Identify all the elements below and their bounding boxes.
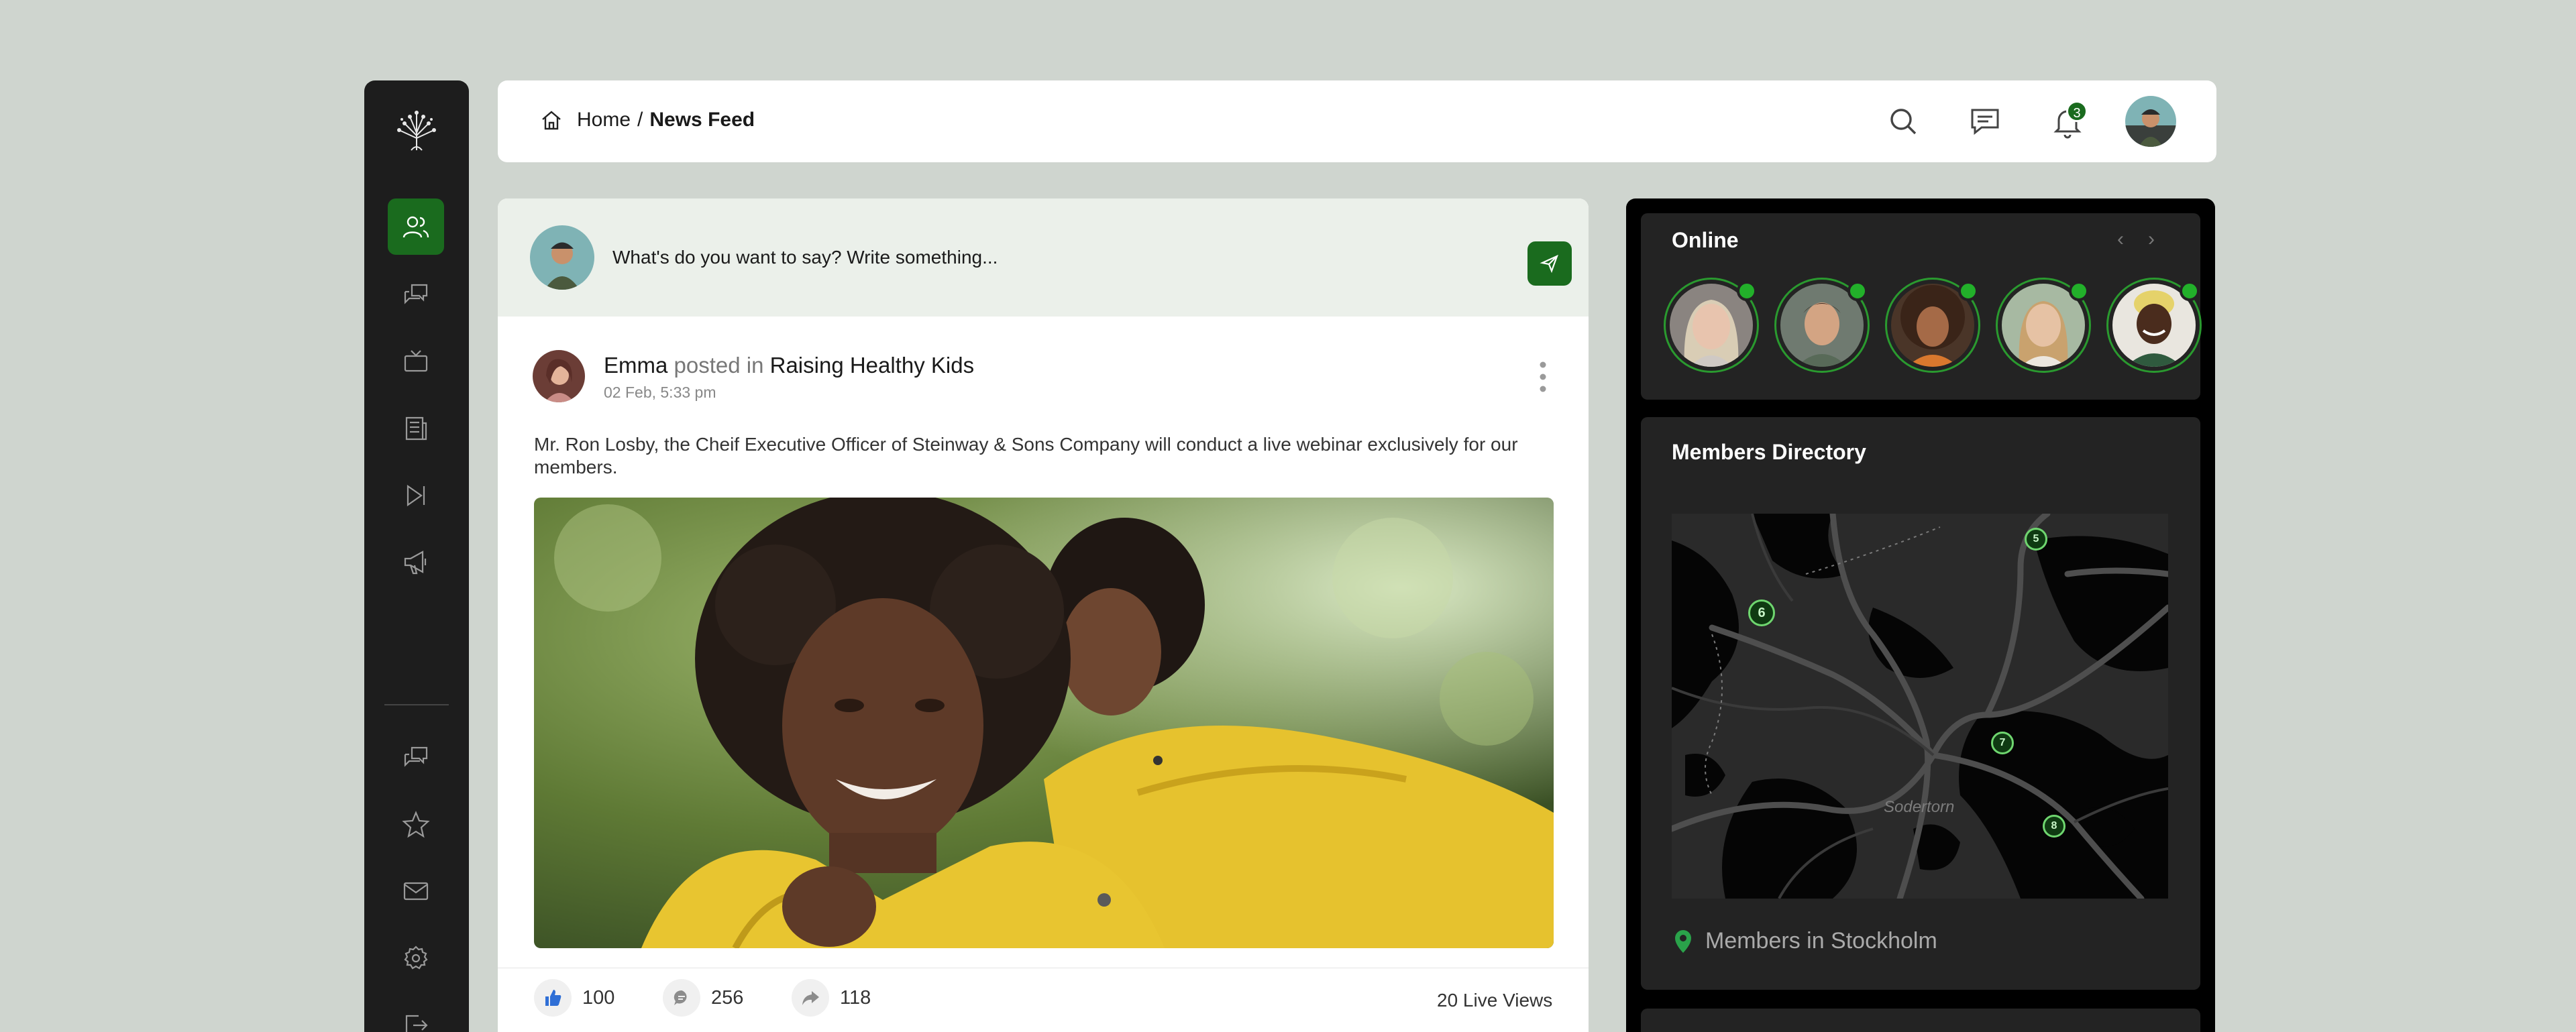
map-pin[interactable]: 5 xyxy=(2025,528,2047,551)
skip-icon xyxy=(407,484,425,507)
sidebar-item-logout[interactable] xyxy=(388,997,444,1032)
online-status-dot xyxy=(2180,281,2200,301)
sidebar-item-news[interactable] xyxy=(388,400,444,457)
community-icon xyxy=(402,216,429,238)
post-composer[interactable]: What's do you want to say? Write somethi… xyxy=(498,198,1589,317)
sidebar-item-community[interactable] xyxy=(388,198,444,255)
more-options-icon[interactable] xyxy=(1539,361,1547,393)
share-button[interactable]: 118 xyxy=(792,979,871,1017)
post-connector: posted in xyxy=(674,353,764,378)
online-status-dot xyxy=(2069,281,2089,301)
post-group-link[interactable]: Raising Healthy Kids xyxy=(770,353,974,378)
online-next-arrow[interactable]: › xyxy=(2148,228,2155,251)
logout-icon xyxy=(405,1015,428,1032)
post-date: 02 Feb, 5:33 pm xyxy=(604,384,716,401)
post-author-name[interactable]: Emma xyxy=(604,353,667,378)
share-count: 118 xyxy=(840,986,871,1009)
forum-icon xyxy=(404,284,428,304)
members-location-label: Members in Stockholm xyxy=(1705,928,1937,954)
sidebar-item-tv[interactable] xyxy=(388,333,444,390)
user-avatar[interactable] xyxy=(2125,96,2176,147)
map-pin[interactable]: 6 xyxy=(1748,599,1775,626)
online-status-dot xyxy=(1847,281,1868,301)
send-icon xyxy=(1540,254,1558,274)
breadcrumb: Home / News Feed xyxy=(539,108,755,132)
comment-button[interactable]: 256 xyxy=(663,979,743,1017)
sidebar-item-favorites[interactable] xyxy=(388,796,444,852)
online-member-avatar[interactable] xyxy=(1885,278,1980,373)
star-icon xyxy=(402,811,430,838)
online-member-avatar[interactable] xyxy=(1774,278,1870,373)
next-widget-card xyxy=(1641,1009,2200,1032)
comment-count: 256 xyxy=(711,986,744,1009)
post-author-avatar[interactable] xyxy=(533,350,585,402)
online-member-avatar[interactable] xyxy=(1664,278,1759,373)
online-prev-arrow[interactable]: ‹ xyxy=(2117,228,2124,251)
tree-logo-icon[interactable] xyxy=(391,103,442,154)
breadcrumb-separator: / xyxy=(637,109,643,131)
sidebar xyxy=(364,80,469,1032)
sidebar-item-settings[interactable] xyxy=(388,930,444,986)
share-icon xyxy=(792,979,829,1017)
notification-badge: 3 xyxy=(2066,101,2088,122)
map-pin[interactable]: 7 xyxy=(1991,732,2014,754)
messages-icon[interactable] xyxy=(1967,103,2003,139)
sidebar-divider xyxy=(384,704,449,705)
like-count: 100 xyxy=(582,986,615,1009)
comment-icon xyxy=(663,979,700,1017)
map-place-label: Sodertorn xyxy=(1884,798,1955,816)
post-title: Emma posted in Raising Healthy Kids xyxy=(604,353,974,378)
live-views: 20 Live Views xyxy=(1437,990,1553,1011)
online-status-dot xyxy=(1737,281,1757,301)
sidebar-item-forum[interactable] xyxy=(388,266,444,323)
breadcrumb-home-link[interactable]: Home xyxy=(577,109,631,131)
post-image[interactable] xyxy=(534,498,1554,948)
home-icon[interactable] xyxy=(539,108,564,132)
online-title: Online xyxy=(1672,228,1739,252)
thumbs-up-icon xyxy=(534,979,572,1017)
search-icon[interactable] xyxy=(1885,103,1921,139)
online-member-avatar[interactable] xyxy=(2106,278,2202,373)
like-button[interactable]: 100 xyxy=(534,979,614,1017)
breadcrumb-current: News Feed xyxy=(649,109,755,131)
megaphone-icon xyxy=(404,551,427,575)
post-body: Mr. Ron Losby, the Cheif Executive Offic… xyxy=(534,434,1518,477)
directory-title: Members Directory xyxy=(1672,440,1866,464)
tv-icon xyxy=(404,350,428,372)
sidebar-item-chat[interactable] xyxy=(388,729,444,785)
send-button[interactable] xyxy=(1527,241,1572,286)
settings-icon xyxy=(404,945,428,970)
online-member-avatar[interactable] xyxy=(1996,278,2091,373)
composer-input[interactable]: What's do you want to say? Write somethi… xyxy=(612,247,998,268)
composer-avatar xyxy=(530,225,594,290)
sidebar-item-mail[interactable] xyxy=(388,863,444,919)
members-map[interactable] xyxy=(1672,514,2168,899)
sidebar-item-announcements[interactable] xyxy=(388,534,444,591)
chat-icon xyxy=(404,746,428,767)
map-pin[interactable]: 8 xyxy=(2043,815,2065,838)
mail-icon xyxy=(403,882,429,901)
top-bar: Home / News Feed 3 xyxy=(498,80,2216,162)
news-icon xyxy=(405,416,427,441)
online-status-dot xyxy=(1958,281,1978,301)
members-location[interactable]: Members in Stockholm xyxy=(1673,928,1937,954)
location-pin-icon xyxy=(1675,929,1691,953)
sidebar-item-skip[interactable] xyxy=(388,467,444,524)
